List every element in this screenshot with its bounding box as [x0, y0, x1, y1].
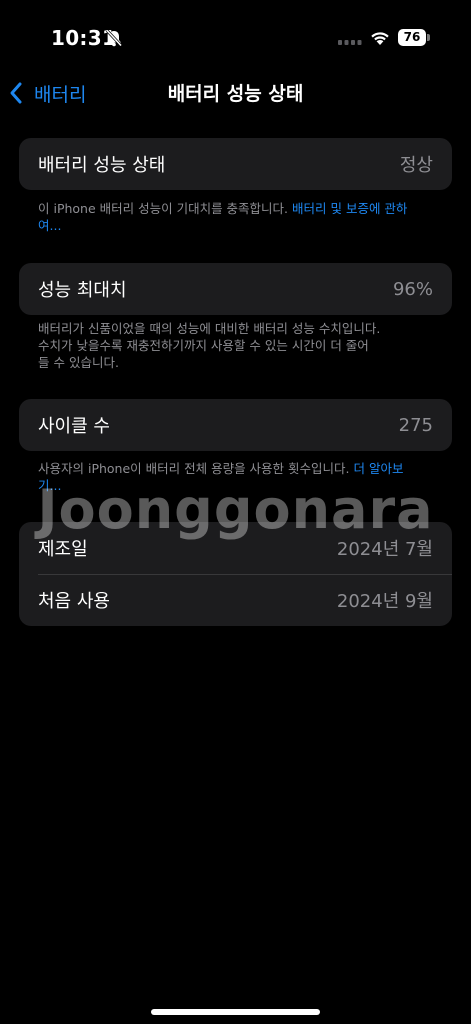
- battery-health-label: 배터리 성능 상태: [38, 155, 166, 176]
- bell-slash-icon: [105, 29, 123, 47]
- max-capacity-note-line: 들 수 있습니다.: [38, 355, 119, 370]
- max-capacity-note-line: 배터리가 신품이었을 때의 성능에 대비한 배터리 성능 수치입니다.: [38, 321, 381, 336]
- first-use-row: 처음 사용 2024년 9월: [19, 574, 452, 626]
- max-capacity-value: 96%: [392, 278, 433, 300]
- max-capacity-card: 성능 최대치 96%: [19, 263, 452, 315]
- max-capacity-note: 배터리가 신품이었을 때의 성능에 대비한 배터리 성능 수치입니다. 수치가 …: [38, 320, 438, 371]
- dates-card: 제조일 2024년 7월 처음 사용 2024년 9월: [19, 522, 452, 626]
- cycle-count-note-text: 사용자의 iPhone이 배터리 전체 용량을 사용한 횟수입니다.: [38, 461, 354, 476]
- battery-health-note-text: 이 iPhone 배터리 성능이 기대치를 충족합니다.: [38, 201, 293, 216]
- max-capacity-note-line: 수치가 낮을수록 재충전하기까지 사용할 수 있는 시간이 더 줄어: [38, 338, 369, 353]
- manufactured-label: 제조일: [38, 539, 88, 560]
- page-title: 배터리 성능 상태: [167, 83, 304, 105]
- battery-health-value: 정상: [399, 155, 433, 176]
- max-capacity-row: 성능 최대치 96%: [19, 263, 452, 315]
- home-indicator[interactable]: [151, 1009, 320, 1015]
- battery-health-card: 배터리 성능 상태 정상: [19, 138, 452, 190]
- cycle-count-row: 사이클 수 275: [19, 399, 452, 451]
- cycle-count-card: 사이클 수 275: [19, 399, 452, 451]
- manufactured-row: 제조일 2024년 7월: [19, 522, 452, 574]
- wifi-icon: [371, 32, 389, 45]
- battery-health-note: 이 iPhone 배터리 성능이 기대치를 충족합니다. 배터리 및 보증에 관…: [38, 200, 418, 234]
- battery-icon: 76: [398, 29, 430, 47]
- battery-level: 76: [403, 30, 421, 44]
- first-use-label: 처음 사용: [38, 591, 110, 612]
- cycle-count-label: 사이클 수: [38, 416, 110, 437]
- first-use-value: 2024년 9월: [336, 591, 433, 612]
- battery-health-row: 배터리 성능 상태 정상: [19, 138, 452, 190]
- manufactured-value: 2024년 7월: [336, 539, 433, 560]
- cycle-count-note: 사용자의 iPhone이 배터리 전체 용량을 사용한 횟수입니다. 더 알아보…: [38, 460, 423, 494]
- max-capacity-label: 성능 최대치: [38, 280, 127, 301]
- cycle-count-value: 275: [398, 414, 433, 436]
- signal-icon: [338, 40, 362, 45]
